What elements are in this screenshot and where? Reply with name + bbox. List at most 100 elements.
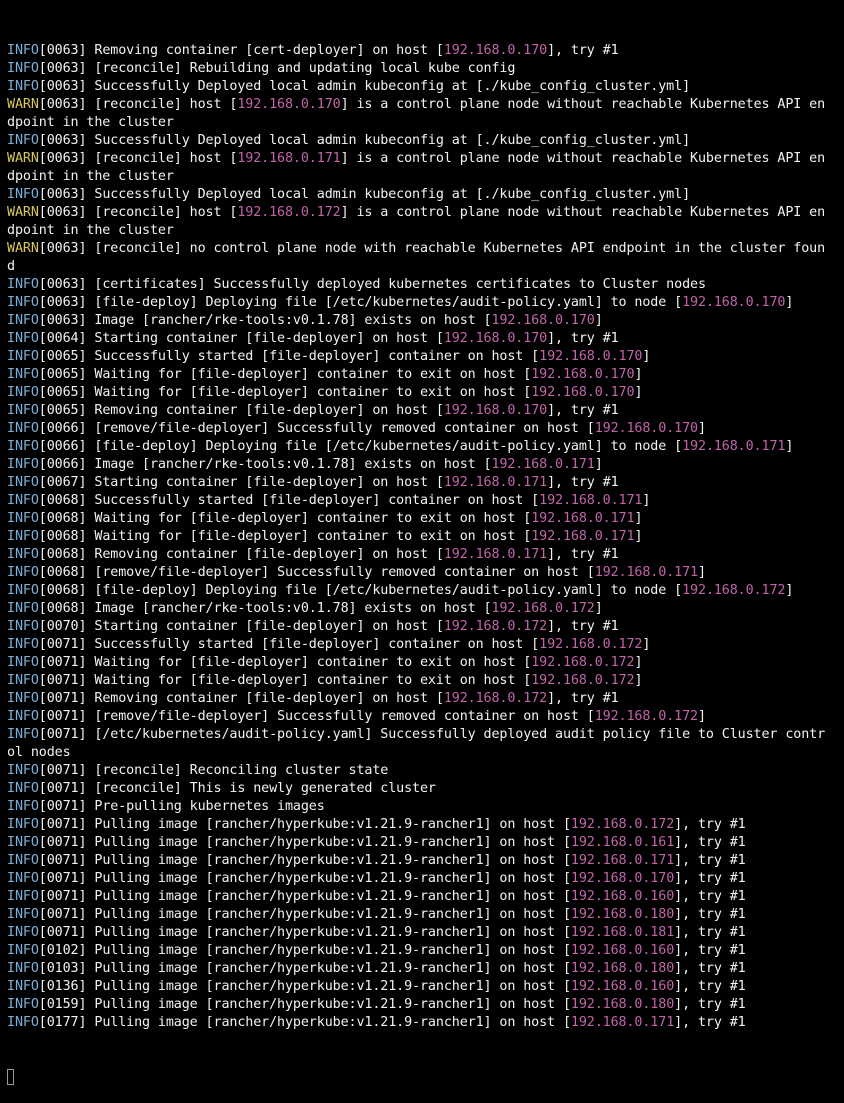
host-ip: 192.168.0.171 (570, 1015, 675, 1030)
log-text: [0065] Waiting for [file-deployer] conta… (38, 385, 532, 400)
log-text: ] (785, 583, 794, 598)
log-line: INFO[0071] Pulling image [rancher/hyperk… (7, 906, 844, 924)
host-ip: 192.168.0.180 (570, 961, 675, 976)
log-level-info: INFO (7, 547, 39, 562)
log-line: INFO[0068] Waiting for [file-deployer] c… (7, 528, 844, 546)
log-line: WARN[0063] [reconcile] host [192.168.0.1… (7, 96, 844, 114)
log-text: ] (634, 385, 643, 400)
log-line: INFO[0066] Image [rancher/rke-tools:v0.1… (7, 456, 844, 474)
log-text: ] is a control plane node without reacha… (340, 205, 826, 220)
log-text: [0068] Image [rancher/rke-tools:v0.1.78]… (38, 601, 492, 616)
text-cursor (7, 1069, 14, 1085)
log-text: [0063] Successfully Deployed local admin… (38, 187, 691, 202)
log-line: INFO[0071] [/etc/kubernetes/audit-policy… (7, 726, 844, 744)
log-line: INFO[0066] [remove/file-deployer] Succes… (7, 420, 844, 438)
log-text: [0071] Pre-pulling kubernetes images (38, 799, 325, 814)
log-text: [0065] Successfully started [file-deploy… (38, 349, 540, 364)
log-line: INFO[0063] Image [rancher/rke-tools:v0.1… (7, 312, 844, 330)
log-text: [0102] Pulling image [rancher/hyperkube:… (38, 943, 571, 958)
host-ip: 192.168.0.171 (443, 547, 548, 562)
log-text: d (7, 259, 15, 274)
log-level-info: INFO (7, 655, 39, 670)
log-level-info: INFO (7, 619, 39, 634)
log-line: WARN[0063] [reconcile] host [192.168.0.1… (7, 150, 844, 168)
log-level-info: INFO (7, 439, 39, 454)
host-ip: 192.168.0.161 (570, 835, 675, 850)
log-text: ] (634, 673, 643, 688)
log-text: [0071] Waiting for [file-deployer] conta… (38, 673, 532, 688)
log-line: INFO[0068] Image [rancher/rke-tools:v0.1… (7, 600, 844, 618)
log-text: dpoint in the cluster (7, 115, 174, 130)
log-text: [0068] Removing container [file-deployer… (38, 547, 444, 562)
log-text: ] (785, 439, 794, 454)
log-text: ] (594, 313, 603, 328)
log-level-info: INFO (7, 709, 39, 724)
log-line: INFO[0063] Removing container [cert-depl… (7, 42, 844, 60)
log-text: ], try #1 (674, 907, 746, 922)
log-level-info: INFO (7, 727, 39, 742)
host-ip: 192.168.0.160 (570, 943, 675, 958)
host-ip: 192.168.0.180 (570, 997, 675, 1012)
log-line: INFO[0071] Waiting for [file-deployer] c… (7, 654, 844, 672)
log-text: [0071] Pulling image [rancher/hyperkube:… (38, 853, 571, 868)
host-ip: 192.168.0.172 (443, 691, 548, 706)
terminal-window[interactable]: INFO [0063] Removing container [cert-depl… (0, 0, 844, 1085)
log-text: [0071] Successfully started [file-deploy… (38, 637, 540, 652)
log-line: dpoint in the cluster (7, 222, 844, 240)
log-text: [0071] Removing container [file-deployer… (38, 691, 444, 706)
host-ip: 192.168.0.180 (570, 907, 675, 922)
log-level-info: INFO (7, 907, 39, 922)
log-line: d (7, 258, 844, 276)
log-text: ] (697, 709, 706, 724)
log-line: INFO[0065] Waiting for [file-deployer] c… (7, 366, 844, 384)
log-line: INFO[0177] Pulling image [rancher/hyperk… (7, 1014, 844, 1032)
log-line: INFO[0071] Pre-pulling kubernetes images (7, 798, 844, 816)
log-text: [0063] [file-deploy] Deploying file [/et… (38, 295, 683, 310)
log-level-info: INFO (7, 565, 39, 580)
log-text: ], try #1 (547, 547, 619, 562)
log-text: [0065] Removing container [file-deployer… (38, 403, 444, 418)
host-ip: 192.168.0.170 (539, 349, 643, 364)
log-text: ol nodes (7, 745, 71, 760)
log-level-info: INFO (7, 583, 39, 598)
log-text: [0068] Waiting for [file-deployer] conta… (38, 511, 532, 526)
log-level-info: INFO (7, 817, 39, 832)
log-level-info: INFO (7, 43, 39, 58)
log-line: INFO[0063] [reconcile] Rebuilding and up… (7, 60, 844, 78)
log-text: [0063] [certificates] Successfully deplo… (38, 277, 706, 292)
log-line: INFO[0071] Pulling image [rancher/hyperk… (7, 852, 844, 870)
log-text: ], try #1 (674, 835, 746, 850)
log-text: [0071] Pulling image [rancher/hyperkube:… (38, 907, 571, 922)
log-line: WARN[0063] [reconcile] host [192.168.0.1… (7, 204, 844, 222)
log-text: [0063] Successfully Deployed local admin… (38, 79, 691, 94)
log-text: [0063] [reconcile] host [ (38, 97, 238, 112)
log-level-info: INFO (7, 403, 39, 418)
log-level-info: INFO (7, 835, 39, 850)
host-ip: 192.168.0.171 (237, 151, 341, 166)
log-line: INFO[0071] Pulling image [rancher/hyperk… (7, 834, 844, 852)
log-line: dpoint in the cluster (7, 114, 844, 132)
log-level-info: INFO (7, 997, 39, 1012)
log-text: ] (642, 493, 651, 508)
log-text: ] (634, 367, 643, 382)
log-level-info: INFO (7, 925, 39, 940)
log-line: INFO[0071] Removing container [file-depl… (7, 690, 844, 708)
log-level-info: INFO (7, 457, 39, 472)
log-text: ], try #1 (547, 43, 619, 58)
log-level-info: INFO (7, 673, 39, 688)
log-level-info: INFO (7, 187, 39, 202)
log-line: INFO[0068] Waiting for [file-deployer] c… (7, 510, 844, 528)
host-ip: 192.168.0.160 (570, 889, 675, 904)
log-text: [0068] Successfully started [file-deploy… (38, 493, 540, 508)
log-line: INFO[0068] Removing container [file-depl… (7, 546, 844, 564)
log-line: INFO[0067] Starting container [file-depl… (7, 474, 844, 492)
log-text: ] (634, 511, 643, 526)
log-text: [0067] Starting container [file-deployer… (38, 475, 444, 490)
host-ip: 192.168.0.170 (237, 97, 341, 112)
log-text: ], try #1 (674, 1015, 746, 1030)
log-text: [0068] Waiting for [file-deployer] conta… (38, 529, 532, 544)
log-line: INFO[0071] [reconcile] Reconciling clust… (7, 762, 844, 780)
log-level-warn: WARN (7, 205, 39, 220)
log-text: [0063] [reconcile] no control plane node… (38, 241, 826, 256)
host-ip: 192.168.0.172 (539, 637, 643, 652)
